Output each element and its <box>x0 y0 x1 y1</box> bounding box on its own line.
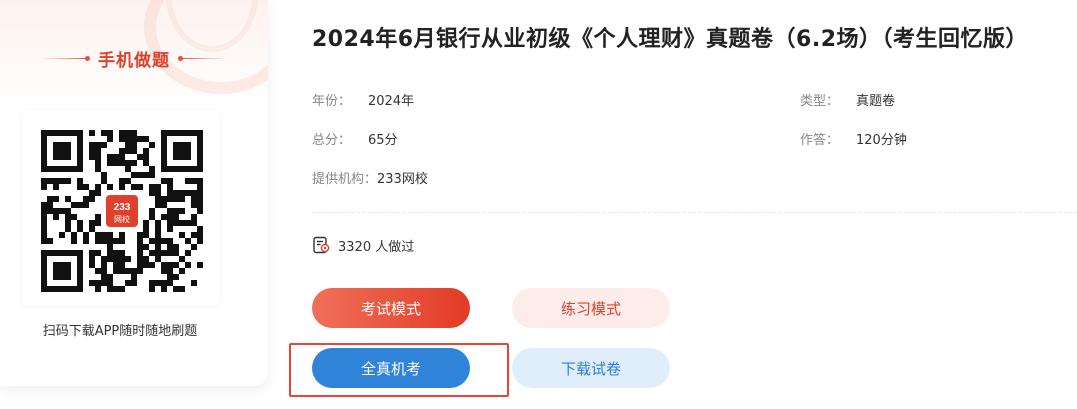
qr-code-card: 233 网校 <box>22 110 220 306</box>
paper-title: 2024年6月银行从业初级《个人理财》真题卷（6.2场）（考生回忆版） <box>312 27 1029 52</box>
meta-score-label: 总分： <box>312 133 352 148</box>
title-decoration-right <box>178 55 226 61</box>
user-count-icon <box>313 236 330 254</box>
qr-caption: 扫码下载APP随时随地刷题 <box>42 324 198 339</box>
exam-paper-page: 手机做题 233 网校 扫码下载APP随时随地刷题 2024年6月银行从业初级《… <box>0 0 1077 409</box>
meta-type-value: 真题卷 <box>856 94 896 109</box>
meta-year-label: 年份： <box>312 94 352 109</box>
meta-provider-label: 提供机构： <box>312 172 378 187</box>
section-divider <box>312 212 1077 213</box>
meta-provider: 提供机构： 233网校 <box>312 168 428 187</box>
qr-panel-title: 手机做题 <box>98 50 170 71</box>
meta-score: 总分： 65分 <box>312 129 398 148</box>
meta-time: 作答： 120分钟 <box>800 129 907 148</box>
logo-text-top: 233 <box>114 202 131 213</box>
meta-type: 类型： 真题卷 <box>800 90 895 109</box>
highlight-outline <box>289 343 509 397</box>
qr-code-image: 233 网校 <box>41 130 203 292</box>
meta-year: 年份： 2024年 <box>312 90 414 109</box>
practice-mode-button[interactable]: 练习模式 <box>512 288 670 328</box>
download-paper-button[interactable]: 下载试卷 <box>512 348 670 388</box>
title-decoration-left <box>42 55 90 61</box>
attempt-count: 3320 人做过 <box>312 235 414 255</box>
attempt-count-text: 3320 人做过 <box>338 239 415 255</box>
exam-mode-button[interactable]: 考试模式 <box>312 288 470 328</box>
meta-year-value: 2024年 <box>368 94 415 109</box>
meta-time-value: 120分钟 <box>856 133 907 148</box>
logo-text-bottom: 网校 <box>114 214 130 224</box>
meta-provider-value: 233网校 <box>377 172 428 187</box>
meta-time-label: 作答： <box>800 133 840 148</box>
app-qr-panel: 手机做题 233 网校 扫码下载APP随时随地刷题 <box>0 0 268 386</box>
qr-title-row: 手机做题 <box>0 44 268 72</box>
meta-type-label: 类型： <box>800 94 840 109</box>
meta-score-value: 65分 <box>368 133 398 148</box>
